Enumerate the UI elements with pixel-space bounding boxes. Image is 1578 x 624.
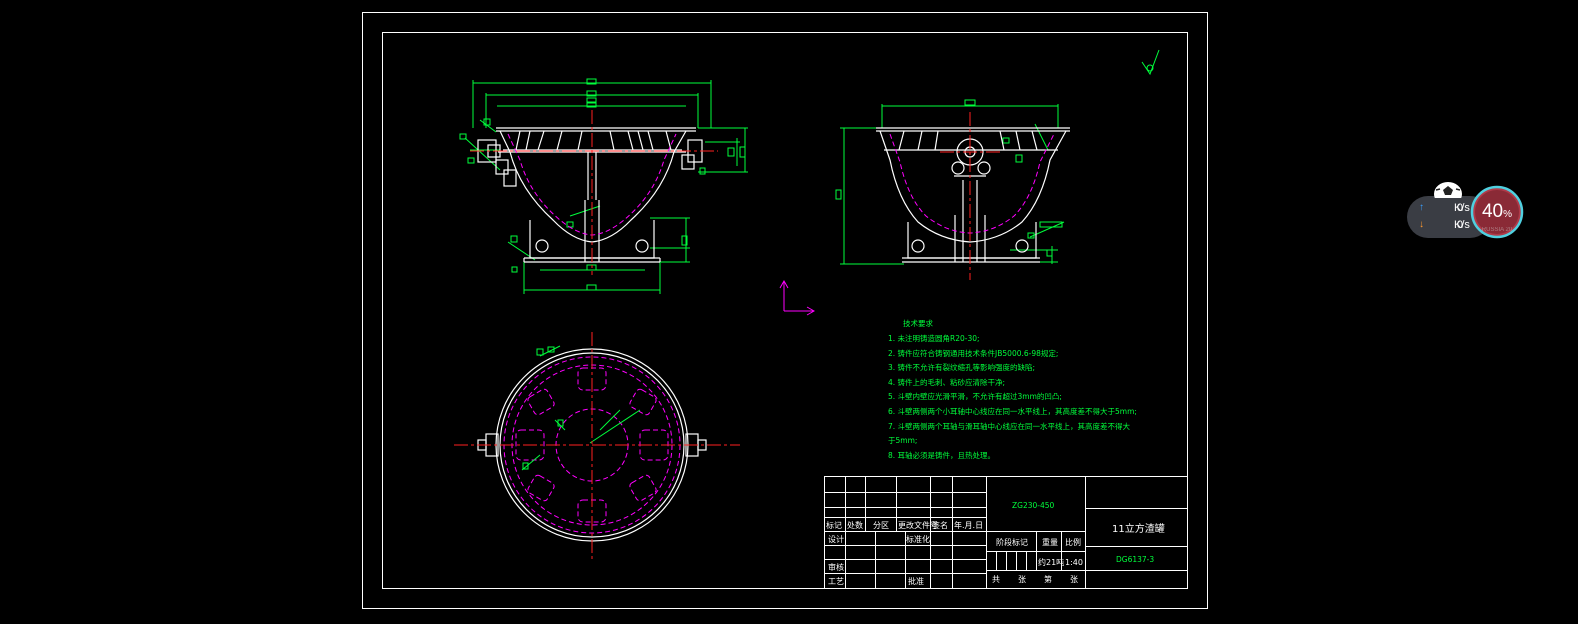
roughness-symbol xyxy=(1141,49,1160,76)
tech-req-item: 4. 铸件上的毛刺、粘砂应清除干净; xyxy=(888,377,1005,387)
weight-label: 重量 xyxy=(1042,537,1058,547)
material-text: ZG230-450 xyxy=(1012,501,1055,510)
stage-label: 阶段标记 xyxy=(996,537,1028,547)
network-speed-widget[interactable]: ↑ 0 K/s ↓ 0 K/s RUSSIA 20 40% xyxy=(1407,180,1525,240)
part-name-text: 11立方渣罐 xyxy=(1112,522,1165,535)
standardization-label: 标准化 xyxy=(906,534,930,544)
header-label-count: 处数 xyxy=(847,520,863,530)
tech-req-item: 2. 铸件应符合铸钢通用技术条件JB5000.6-98规定; xyxy=(888,348,1058,358)
sheet-total-label: 共 xyxy=(992,575,1000,584)
ucs-axis-icon xyxy=(779,279,816,316)
header-label-mark: 标记 xyxy=(826,520,842,530)
sheet-unit-label: 张 xyxy=(1018,575,1026,584)
tech-req-item: 3. 铸件不允许有裂纹缩孔等影响强度的缺陷; xyxy=(888,362,1035,372)
cpu-percent-value: 40 xyxy=(1481,201,1504,222)
football-icon xyxy=(1434,182,1462,198)
approval-label: 批准 xyxy=(908,576,924,586)
title-block: ZG230-450 11立方渣罐 DG6137-3 标记 处数 分区 更改文件号… xyxy=(824,476,1188,589)
tech-req-title: 技术要求 xyxy=(903,318,933,328)
top-view xyxy=(454,332,740,562)
tech-req-item: 于5mm; xyxy=(888,436,917,445)
designer-label: 设计 xyxy=(828,534,844,544)
scale-label: 比例 xyxy=(1065,537,1081,547)
header-label-date: 年.月.日 xyxy=(954,520,983,530)
tech-req-item: 7. 斗壁两侧两个耳轴与滑耳轴中心线应在同一水平线上，其高度差不得大 xyxy=(888,421,1131,431)
reviewer-label: 审核 xyxy=(828,562,844,572)
cpu-percent: 40% xyxy=(1469,184,1525,240)
sheet-unit-label-2: 张 xyxy=(1070,575,1078,584)
download-speed-unit: K/s xyxy=(1454,219,1470,231)
upload-speed-unit: K/s xyxy=(1454,202,1470,214)
tech-req-item: 1. 未注明铸造圆角R20-30; xyxy=(888,333,980,343)
scale-value: 1:40 xyxy=(1065,558,1083,567)
download-arrow-icon: ↓ xyxy=(1419,219,1424,230)
front-view xyxy=(459,78,748,294)
weight-value: 约21吨 xyxy=(1038,557,1064,567)
technical-requirements: 技术要求 1. 未注明铸造圆角R20-30; 2. 铸件应符合铸钢通用技术条件J… xyxy=(888,318,1137,460)
header-label-signature: 签名 xyxy=(932,520,948,530)
drawing-number-text: DG6137-3 xyxy=(1116,555,1154,564)
header-label-zone: 分区 xyxy=(873,521,889,530)
tech-req-item: 8. 耳轴必须是铸件，且热处理。 xyxy=(888,450,995,460)
tech-req-item: 5. 斗壁内壁应光滑平滑，不允许有超过3mm的凹凸; xyxy=(888,391,1062,401)
tech-req-item: 6. 斗壁两侧两个小耳轴中心线应在同一水平线上，其高度差不得大于5mm; xyxy=(888,406,1137,416)
side-view xyxy=(835,99,1070,280)
sheet-number-label: 第 xyxy=(1044,574,1052,584)
upload-arrow-icon: ↑ xyxy=(1419,202,1424,213)
cpu-percent-sign: % xyxy=(1503,209,1513,220)
process-label: 工艺 xyxy=(828,577,844,586)
cad-drawing-canvas[interactable]: 技术要求 1. 未注明铸造圆角R20-30; 2. 铸件应符合铸钢通用技术条件J… xyxy=(0,0,1578,624)
